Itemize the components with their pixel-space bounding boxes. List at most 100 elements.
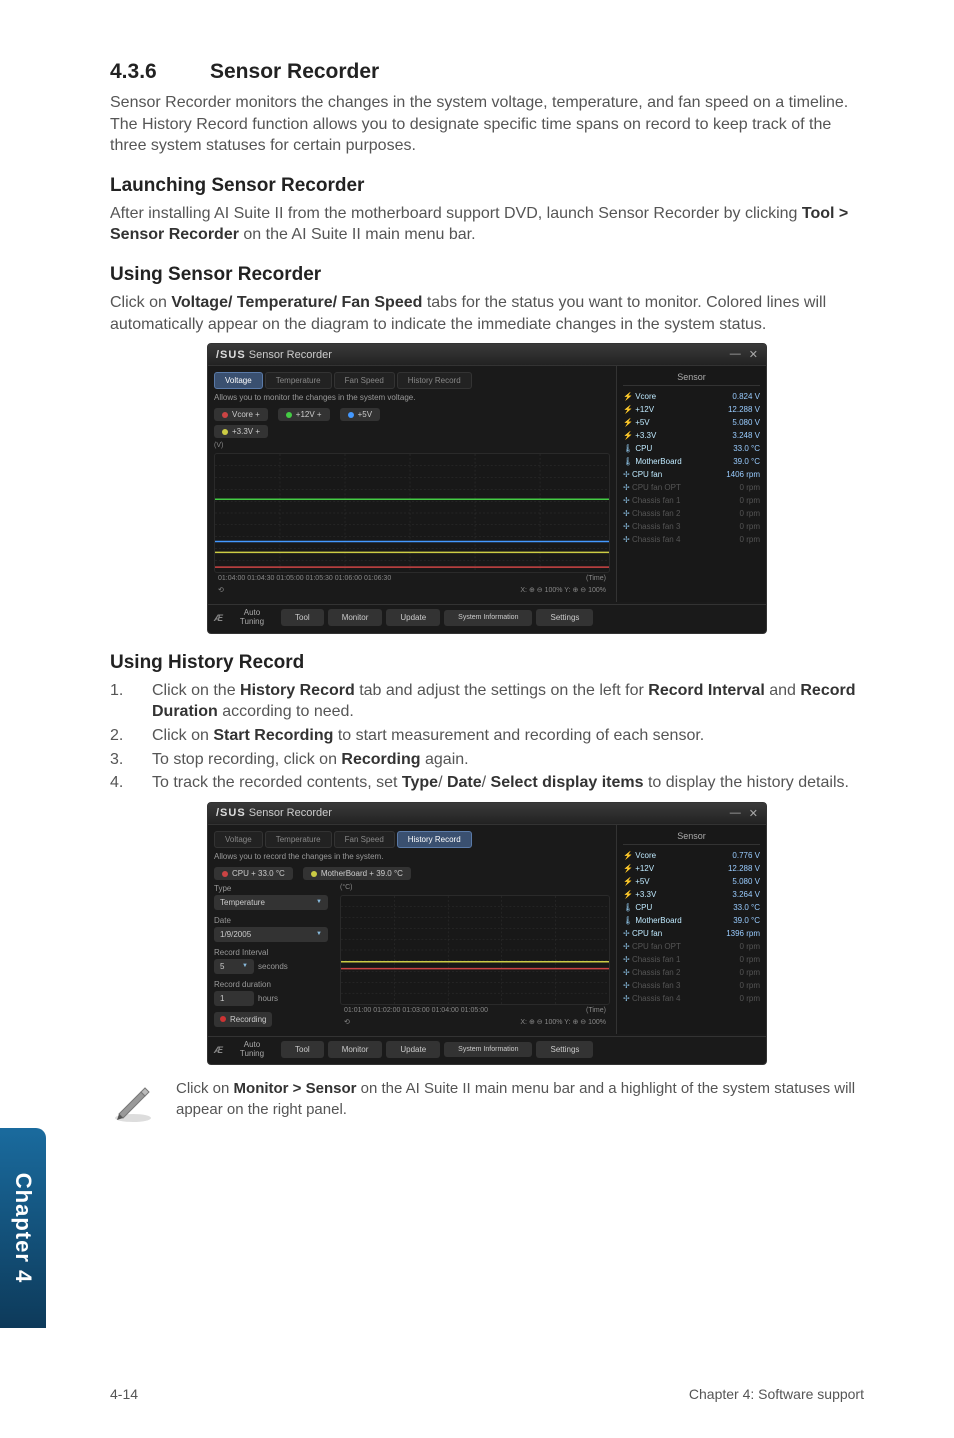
sensor-recorder-voltage-window: /SUS Sensor Recorder — ✕ Voltage Tempera…	[207, 343, 767, 634]
system-info-button[interactable]: System Information	[444, 1042, 532, 1058]
section-title: Sensor Recorder	[210, 60, 379, 83]
chapter-label: Chapter 4	[10, 1173, 36, 1283]
titlebar: /SUS Sensor Recorder — ✕	[208, 803, 766, 825]
close-icon[interactable]: ✕	[749, 348, 758, 361]
auto-tuning-button[interactable]: AutoTuning	[227, 1041, 277, 1059]
sensor-row: Vcore0.824 V	[623, 390, 760, 403]
sensor-row: MotherBoard39.0 °C	[623, 914, 760, 927]
legend-motherboard[interactable]: MotherBoard + 39.0 °C	[303, 867, 411, 880]
legend-dot	[286, 412, 292, 418]
list-item: 2. Click on Start Recording to start mea…	[110, 725, 864, 747]
type-select[interactable]: Temperature▼	[214, 895, 328, 910]
legend-dot	[348, 412, 354, 418]
bottom-bar: Æ AutoTuning Tool Monitor Update System …	[208, 1036, 766, 1059]
close-icon[interactable]: ✕	[749, 807, 758, 820]
note-pencil-icon	[110, 1079, 156, 1125]
chevron-down-icon: ▼	[316, 899, 322, 905]
legend-dot	[222, 412, 228, 418]
legend-12v[interactable]: +12V +	[278, 408, 330, 421]
sensor-row: Chassis fan 30 rpm	[623, 979, 760, 992]
sensor-recorder-history-window: /SUS Sensor Recorder — ✕ Voltage Tempera…	[207, 802, 767, 1066]
brand-logo: /SUS	[216, 349, 246, 361]
tab-fan-speed[interactable]: Fan Speed	[334, 831, 395, 848]
chapter-footer: Chapter 4: Software support	[689, 1386, 864, 1402]
sensor-panel-title: Sensor	[623, 372, 760, 386]
auto-tuning-button[interactable]: AutoTuning	[227, 609, 277, 627]
sensor-row: Vcore0.776 V	[623, 849, 760, 862]
legend-3v3[interactable]: +3.3V +	[214, 425, 268, 438]
sensor-row: Chassis fan 20 rpm	[623, 966, 760, 979]
minimize-icon[interactable]: —	[730, 807, 741, 820]
y-unit: (V)	[214, 442, 610, 449]
time-label: (Time)	[586, 575, 606, 582]
tab-history-record[interactable]: History Record	[397, 372, 472, 389]
tab-temperature[interactable]: Temperature	[265, 372, 332, 389]
recording-button[interactable]: Recording	[214, 1012, 272, 1027]
sensor-panel: Sensor Vcore0.824 V +12V12.288 V +5V5.08…	[616, 366, 766, 602]
legend-dot	[222, 429, 228, 435]
launching-text: After installing AI Suite II from the mo…	[110, 203, 864, 246]
sensor-row: +12V12.288 V	[623, 403, 760, 416]
update-button[interactable]: Update	[386, 1041, 440, 1058]
legend-dot	[222, 871, 228, 877]
sensor-row: CPU fan1406 rpm	[623, 468, 760, 481]
legend-cpu[interactable]: CPU + 33.0 °C	[214, 867, 293, 880]
sensor-row: CPU33.0 °C	[623, 442, 760, 455]
axis-scale: X: ⊕ ⊖ 100% Y: ⊕ ⊖ 100%	[520, 586, 606, 594]
legend-5v[interactable]: +5V	[340, 408, 380, 421]
using-heading: Using Sensor Recorder	[110, 264, 864, 286]
monitor-button[interactable]: Monitor	[328, 1041, 383, 1058]
minimize-icon[interactable]: —	[730, 348, 741, 361]
system-info-button[interactable]: System Information	[444, 610, 532, 626]
helper-text: Allows you to monitor the changes in the…	[214, 393, 610, 402]
voltage-chart	[214, 453, 610, 573]
interval-label: Record Interval	[214, 948, 328, 957]
sensor-row: +3.3V3.248 V	[623, 429, 760, 442]
launching-heading: Launching Sensor Recorder	[110, 175, 864, 197]
sensor-row: +12V12.288 V	[623, 862, 760, 875]
interval-input[interactable]: 5▼	[214, 959, 254, 974]
bottom-bar: Æ AutoTuning Tool Monitor Update System …	[208, 604, 766, 627]
refresh-icon[interactable]: ⟲	[344, 1018, 350, 1026]
duration-input[interactable]: 1	[214, 991, 254, 1006]
time-label: (Time)	[586, 1007, 606, 1014]
tab-fan-speed[interactable]: Fan Speed	[334, 372, 395, 389]
x-ticks: 01:01:00 01:02:00 01:03:00 01:04:00 01:0…	[344, 1007, 488, 1014]
sensor-row: CPU fan1396 rpm	[623, 927, 760, 940]
axis-scale: X: ⊕ ⊖ 100% Y: ⊕ ⊖ 100%	[520, 1018, 606, 1026]
interval-unit: seconds	[258, 962, 288, 971]
tab-history-record[interactable]: History Record	[397, 831, 472, 848]
sensor-row: CPU fan OPT0 rpm	[623, 940, 760, 953]
tool-button[interactable]: Tool	[281, 1041, 324, 1058]
chevron-down-icon: ▼	[242, 963, 248, 969]
duration-unit: hours	[258, 994, 278, 1003]
monitor-button[interactable]: Monitor	[328, 609, 383, 626]
tab-voltage[interactable]: Voltage	[214, 831, 263, 848]
legend-vcore[interactable]: Vcore +	[214, 408, 268, 421]
sensor-row: CPU fan OPT0 rpm	[623, 481, 760, 494]
sensor-row: Chassis fan 10 rpm	[623, 953, 760, 966]
sensor-panel: Sensor Vcore0.776 V +12V12.288 V +5V5.08…	[616, 825, 766, 1034]
tool-button[interactable]: Tool	[281, 609, 324, 626]
sensor-row: Chassis fan 40 rpm	[623, 992, 760, 1005]
sensor-row: Chassis fan 20 rpm	[623, 507, 760, 520]
settings-button[interactable]: Settings	[536, 609, 593, 626]
legend-dot	[311, 871, 317, 877]
brand-icon: Æ	[214, 1045, 223, 1055]
chapter-side-tab: Chapter 4	[0, 1128, 46, 1328]
settings-button[interactable]: Settings	[536, 1041, 593, 1058]
date-select[interactable]: 1/9/2005▼	[214, 927, 328, 942]
list-item: 4. To track the recorded contents, set T…	[110, 772, 864, 794]
page-number: 4-14	[110, 1386, 138, 1402]
history-heading: Using History Record	[110, 652, 864, 674]
type-label: Type	[214, 884, 328, 893]
history-chart	[340, 895, 610, 1005]
list-item: 1. Click on the History Record tab and a…	[110, 680, 864, 723]
tab-temperature[interactable]: Temperature	[265, 831, 332, 848]
sensor-row: CPU33.0 °C	[623, 901, 760, 914]
window-title: Sensor Recorder	[249, 807, 332, 819]
refresh-icon[interactable]: ⟲	[218, 586, 224, 594]
sensor-row: Chassis fan 10 rpm	[623, 494, 760, 507]
update-button[interactable]: Update	[386, 609, 440, 626]
tab-voltage[interactable]: Voltage	[214, 372, 263, 389]
